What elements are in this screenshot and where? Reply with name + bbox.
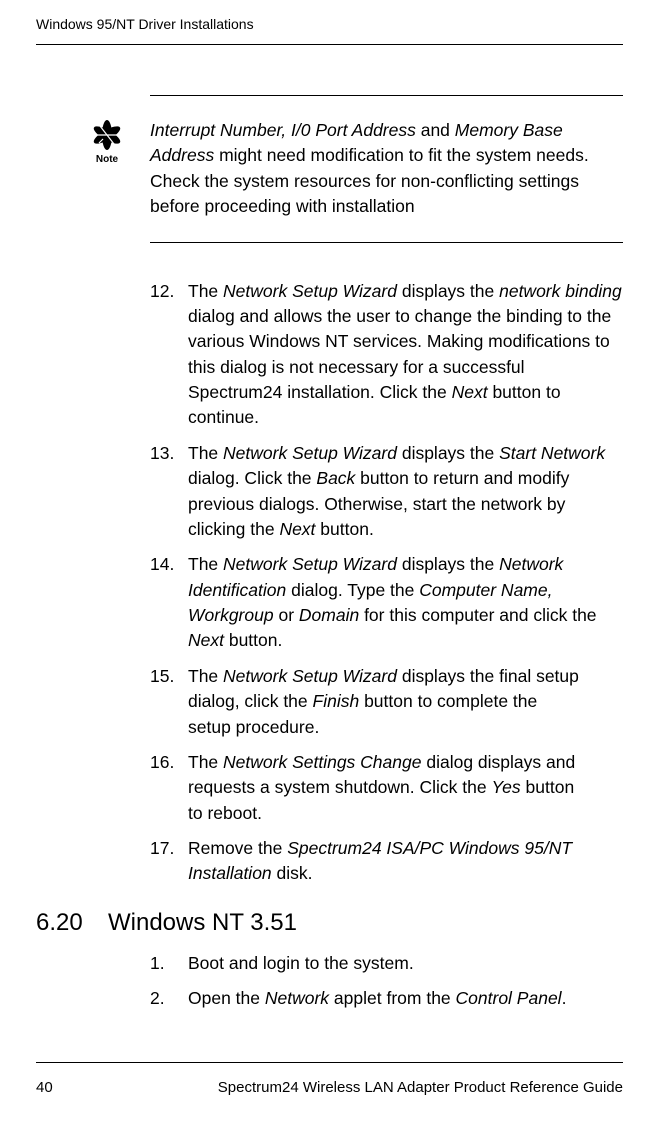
- list-item-body: Remove the Spectrum24 ISA/PC Windows 95/…: [188, 836, 623, 887]
- text-seg: Network Settings Change: [223, 752, 421, 772]
- note-rule-bottom: [150, 242, 623, 243]
- text-seg: Network Setup Wizard: [223, 443, 397, 463]
- list-item-body: The Network Setup Wizard displays the St…: [188, 441, 623, 543]
- list-item: 16.The Network Settings Change dialog di…: [150, 750, 623, 826]
- list-item-body: Boot and login to the system.: [188, 951, 623, 976]
- list-item: 13.The Network Setup Wizard displays the…: [150, 441, 623, 543]
- text-seg: Control Panel: [456, 988, 562, 1008]
- text-seg: Yes: [491, 777, 520, 797]
- list-item-body: The Network Setup Wizard displays the ne…: [188, 279, 623, 431]
- note-rule-top: [150, 95, 623, 96]
- text-seg: Next: [279, 519, 315, 539]
- list-item-number: 14.: [150, 552, 188, 654]
- text-seg: displays the: [397, 554, 499, 574]
- note-text-seg: and: [416, 120, 455, 140]
- list-item: 15.The Network Setup Wizard displays the…: [150, 664, 623, 740]
- list-item-number: 12.: [150, 279, 188, 431]
- list-item-number: 13.: [150, 441, 188, 543]
- text-seg: The: [188, 752, 223, 772]
- text-seg: Remove the: [188, 838, 287, 858]
- list-item-number: 17.: [150, 836, 188, 887]
- note-text-seg: Interrupt Number, I/0 Port Address: [150, 120, 416, 140]
- text-seg: Open the: [188, 988, 265, 1008]
- list-item: 17.Remove the Spectrum24 ISA/PC Windows …: [150, 836, 623, 887]
- text-seg: The: [188, 443, 223, 463]
- text-seg: dialog. Type the: [286, 580, 419, 600]
- footer-rule: [36, 1062, 623, 1063]
- list-item: 14.The Network Setup Wizard displays the…: [150, 552, 623, 654]
- text-seg: The: [188, 554, 223, 574]
- section-number: 6.20: [36, 909, 108, 937]
- text-seg: Back: [316, 468, 355, 488]
- text-seg: Network Setup Wizard: [223, 666, 397, 686]
- text-seg: The: [188, 281, 223, 301]
- footer-title: Spectrum24 Wireless LAN Adapter Product …: [218, 1079, 623, 1096]
- text-seg: Next: [452, 382, 488, 402]
- section-title: Windows NT 3.51: [108, 909, 297, 937]
- text-seg: displays the: [397, 281, 499, 301]
- ordered-list-continued: 12.The Network Setup Wizard displays the…: [150, 279, 623, 887]
- text-seg: or: [274, 605, 299, 625]
- running-header: Windows 95/NT Driver Installations: [36, 16, 623, 44]
- asterisk-note-icon: [87, 118, 127, 154]
- list-item-number: 16.: [150, 750, 188, 826]
- text-seg: network binding: [499, 281, 622, 301]
- text-seg: applet from the: [329, 988, 455, 1008]
- ordered-list-new: 1.Boot and login to the system.2.Open th…: [150, 951, 623, 1012]
- text-seg: dialog. Click the: [188, 468, 316, 488]
- text-seg: Next: [188, 630, 224, 650]
- text-seg: Domain: [299, 605, 359, 625]
- text-seg: Network Setup Wizard: [223, 281, 397, 301]
- text-seg: disk.: [272, 863, 313, 883]
- list-item-number: 1.: [150, 951, 188, 976]
- text-seg: Boot and login to the system.: [188, 953, 414, 973]
- header-rule: [36, 44, 623, 45]
- note-block: Note Interrupt Number, I/0 Port Address …: [36, 95, 623, 243]
- list-item-body: The Network Setup Wizard displays the Ne…: [188, 552, 623, 654]
- list-item-number: 2.: [150, 986, 188, 1011]
- text-seg: Network Setup Wizard: [223, 554, 397, 574]
- list-item-body: The Network Settings Change dialog displ…: [188, 750, 623, 826]
- note-text-seg: might need modification to fit the syste…: [150, 145, 589, 216]
- text-seg: displays the: [397, 443, 499, 463]
- text-seg: Finish: [313, 691, 360, 711]
- text-seg: Start Network: [499, 443, 605, 463]
- page-number: 40: [36, 1079, 53, 1096]
- list-item: 12.The Network Setup Wizard displays the…: [150, 279, 623, 431]
- list-item: 1.Boot and login to the system.: [150, 951, 623, 976]
- text-seg: for this computer and click the: [359, 605, 596, 625]
- note-icon-label: Note: [96, 154, 118, 165]
- text-seg: .: [562, 988, 567, 1008]
- list-item-body: The Network Setup Wizard displays the fi…: [188, 664, 623, 740]
- note-text: Interrupt Number, I/0 Port Address and M…: [150, 118, 623, 220]
- text-seg: button.: [224, 630, 282, 650]
- text-seg: button.: [315, 519, 373, 539]
- list-item: 2.Open the Network applet from the Contr…: [150, 986, 623, 1011]
- text-seg: The: [188, 666, 223, 686]
- page-footer: 40 Spectrum24 Wireless LAN Adapter Produ…: [36, 1062, 623, 1096]
- list-item-body: Open the Network applet from the Control…: [188, 986, 623, 1011]
- text-seg: Network: [265, 988, 329, 1008]
- list-item-number: 15.: [150, 664, 188, 740]
- section-heading: 6.20 Windows NT 3.51: [36, 909, 623, 937]
